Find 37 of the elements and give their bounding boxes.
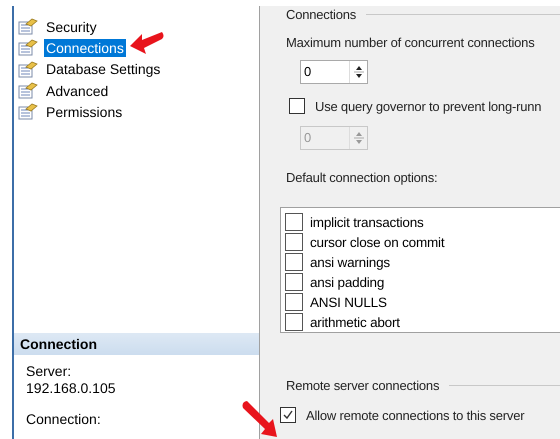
field-label: Connection:: [26, 411, 102, 428]
number-spinner[interactable]: 0: [300, 60, 368, 84]
checkbox[interactable]: [285, 233, 303, 251]
checkbox-label: Allow remote connections to this server: [306, 408, 524, 422]
option-label: arithmetic abort: [310, 314, 400, 330]
properties-page-icon: [18, 39, 38, 56]
option-label: ansi padding: [310, 274, 384, 290]
group-title: Remote server connections: [286, 378, 440, 393]
field-label: Default connection options:: [286, 170, 438, 185]
checkbox[interactable]: [285, 273, 303, 291]
sidebar-item[interactable]: Security: [44, 18, 99, 36]
checkbox-label: Use query governor to prevent long-runn: [315, 98, 542, 114]
sidebar-item[interactable]: Advanced: [44, 82, 110, 100]
properties-page-icon: [18, 60, 38, 78]
field-value: 192.168.0.105: [26, 380, 117, 397]
checkbox[interactable]: [280, 407, 296, 423]
option-label: cursor close on commit: [310, 234, 444, 250]
properties-page-icon: [18, 18, 38, 36]
sidebar-item[interactable]: Permissions: [44, 102, 124, 121]
sidebar-item[interactable]: Database Settings: [44, 60, 162, 78]
group-title: Connections: [286, 7, 356, 22]
field-label: Maximum number of concurrent connections: [286, 35, 536, 50]
checkbox[interactable]: [285, 313, 303, 331]
option-label: implicit transactions: [310, 214, 424, 230]
checkbox[interactable]: [285, 293, 303, 311]
pointer-arrow-drawing: [240, 398, 278, 438]
option-label: ansi warnings: [310, 254, 390, 270]
panel-header: Connection: [14, 333, 259, 355]
properties-page-icon: [18, 82, 38, 100]
field-label: Server:: [26, 363, 72, 380]
sidebar-item[interactable]: Connections: [44, 38, 126, 57]
checkbox[interactable]: [289, 98, 305, 114]
properties-page-icon: [18, 103, 38, 120]
checkbox[interactable]: [285, 213, 303, 231]
option-label: ANSI NULLS: [310, 294, 387, 310]
check-mark-icon: [282, 409, 294, 421]
checkbox[interactable]: [285, 253, 303, 271]
